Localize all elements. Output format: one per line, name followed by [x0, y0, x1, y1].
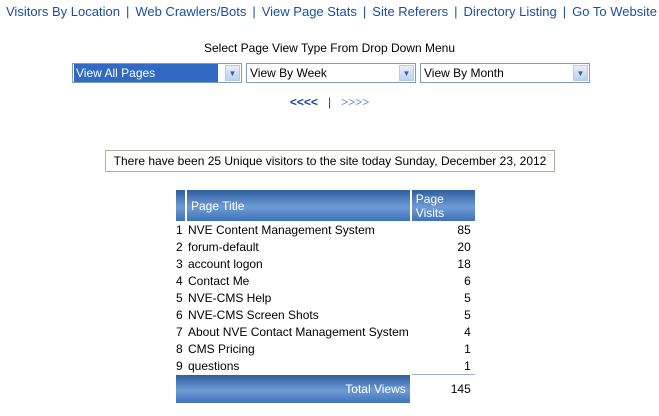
row-number: 4 — [176, 273, 183, 288]
row-page-visits: 5 — [464, 290, 471, 305]
total-views-value: 145 — [409, 374, 475, 403]
row-page-title: forum-default — [188, 239, 259, 254]
row-page-title: About NVE Contact Management System — [188, 324, 409, 339]
top-navigation: Visitors By Location | Web Crawlers/Bots | V… — [0, 4, 659, 19]
nav-separator: | — [454, 4, 458, 19]
row-number: 2 — [176, 239, 183, 254]
row-page-visits: 4 — [464, 324, 471, 339]
month-select-value: View By Month — [424, 66, 504, 80]
table-row: 9 questions 1 — [176, 357, 475, 375]
row-number: 8 — [176, 341, 183, 356]
row-page-title: CMS Pricing — [188, 341, 255, 356]
row-page-title: Contact Me — [188, 273, 250, 288]
nav-link-visitors-by-location[interactable]: Visitors By Location — [6, 4, 120, 19]
header-page-title: Page Title — [185, 190, 411, 221]
unique-visitors-notice: There have been 25 Unique visitors to th… — [105, 150, 555, 172]
table-row: 7 About NVE Contact Management System 4 — [176, 323, 475, 340]
row-page-visits: 1 — [464, 341, 471, 356]
header-page-visits: Page Visits — [409, 190, 475, 221]
nav-link-site-referers[interactable]: Site Referers — [372, 4, 448, 19]
nav-separator: | — [562, 4, 567, 19]
row-page-title: NVE Content Management System — [188, 222, 375, 237]
page-stats-table: Page Title Page Visits 1 NVE Content Mana… — [176, 190, 475, 403]
header-spacer — [176, 190, 186, 221]
row-page-visits: 6 — [464, 273, 471, 288]
row-page-title: account logon — [188, 256, 263, 271]
dropdown-instruction: Select Page View Type From Drop Down Men… — [203, 41, 455, 55]
row-page-title: NVE-CMS Help — [188, 290, 272, 305]
table-row: 1 NVE Content Management System 85 — [176, 221, 475, 238]
nav-separator: | — [362, 4, 367, 19]
week-select[interactable]: View By Week ▼ — [246, 63, 416, 83]
row-page-visits: 5 — [464, 307, 471, 322]
row-number: 5 — [176, 290, 183, 305]
chevron-down-icon[interactable]: ▼ — [573, 65, 588, 81]
pager-separator: | — [327, 95, 332, 109]
nav-link-go-to-website[interactable]: Go To Website — [572, 4, 657, 19]
row-number: 1 — [176, 222, 183, 237]
nav-link-directory-listing[interactable]: Directory Listing — [464, 4, 557, 19]
nav-separator: | — [125, 4, 130, 19]
row-number: 3 — [176, 256, 183, 271]
chevron-down-icon[interactable]: ▼ — [399, 65, 414, 81]
table-header-row: Page Title Page Visits — [176, 190, 475, 221]
filter-selects: View All Pages ▼ View By Week ▼ View By … — [72, 63, 592, 83]
month-select[interactable]: View By Month ▼ — [420, 63, 590, 83]
next-page-link[interactable]: >>>> — [341, 95, 369, 109]
page-type-select-value: View All Pages — [74, 64, 218, 82]
row-page-visits: 18 — [457, 256, 471, 271]
table-row: 3 account logon 18 — [176, 255, 475, 272]
nav-link-view-page-stats[interactable]: View Page Stats — [262, 4, 357, 19]
total-views-label: Total Views — [176, 374, 411, 403]
row-page-visits: 85 — [457, 222, 471, 237]
table-row: 4 Contact Me 6 — [176, 272, 475, 289]
nav-link-web-crawlers[interactable]: Web Crawlers/Bots — [135, 4, 246, 19]
table-body: 1 NVE Content Management System 85 2 forum-d… — [176, 221, 475, 375]
chevron-down-icon[interactable]: ▼ — [225, 65, 240, 81]
nav-separator: | — [252, 4, 256, 19]
row-page-visits: 1 — [464, 358, 471, 373]
previous-page-link[interactable]: <<<< — [290, 95, 318, 109]
row-page-visits: 20 — [457, 239, 471, 254]
table-row: 8 CMS Pricing 1 — [176, 340, 475, 357]
table-row: 2 forum-default 20 — [176, 238, 475, 255]
total-row: Total Views 145 — [176, 374, 475, 403]
page-type-select[interactable]: View All Pages ▼ — [72, 63, 242, 83]
pager: <<<< | >>>> — [0, 95, 659, 109]
table-row: 6 NVE-CMS Screen Shots 5 — [176, 306, 475, 323]
row-number: 6 — [176, 307, 183, 322]
week-select-value: View By Week — [250, 66, 327, 80]
row-number: 7 — [176, 324, 183, 339]
table-row: 5 NVE-CMS Help 5 — [176, 289, 475, 306]
row-number: 9 — [176, 358, 183, 373]
row-page-title: questions — [188, 358, 240, 373]
row-page-title: NVE-CMS Screen Shots — [188, 307, 319, 322]
